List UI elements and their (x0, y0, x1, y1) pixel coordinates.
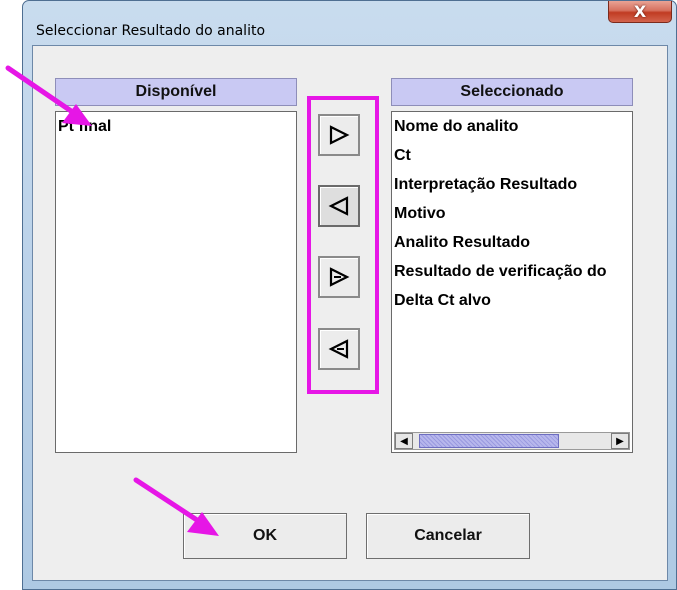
annotation-arrows (5, 65, 219, 536)
annotation-arrow-icon (133, 477, 219, 536)
annotation-arrow-icon (5, 65, 92, 126)
